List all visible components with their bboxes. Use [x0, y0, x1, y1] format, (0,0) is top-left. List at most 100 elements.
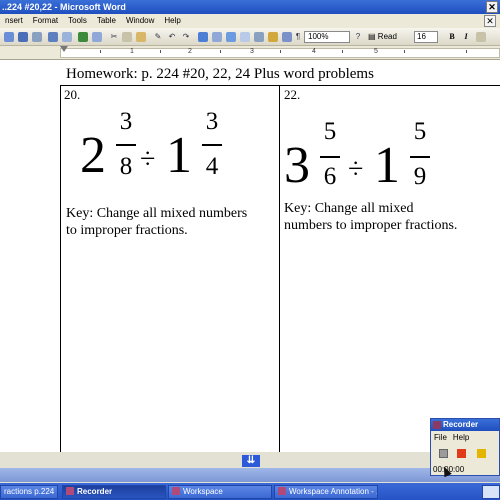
permission-icon[interactable] — [32, 32, 42, 42]
taskbar-button-workspace[interactable]: Workspace — [168, 485, 272, 499]
read-icon: ▤ — [368, 32, 376, 41]
key-line: Key: Change all mixed numbers — [66, 206, 248, 221]
key-line: Key: Change all mixed — [284, 201, 414, 216]
problem-number: 20. — [64, 87, 81, 102]
homework-heading: Homework: p. 224 #20, 22, 24 Plus word p… — [66, 66, 374, 82]
taskbar-button-label: Workspace Annotation - ... — [289, 487, 378, 496]
taskbar-button-recorder[interactable]: Recorder — [62, 485, 166, 499]
numerator: 5 — [413, 118, 427, 145]
font-size-select[interactable]: 16 — [414, 31, 438, 43]
recorder-menu-file[interactable]: File — [434, 433, 447, 442]
ruler-tick — [404, 50, 405, 53]
menu-insert[interactable]: nsert — [0, 14, 28, 28]
ruler-mark: 2 — [188, 48, 192, 55]
quick-launch-strip — [0, 468, 500, 482]
ruler-tick — [342, 50, 343, 53]
recorder-titlebar[interactable]: Recorder — [431, 419, 499, 431]
ruler-tick — [466, 50, 467, 53]
taskbar-button-word[interactable]: ractions p.224 ... — [0, 485, 58, 499]
save-icon[interactable] — [18, 32, 28, 42]
tables-icon[interactable] — [212, 32, 222, 42]
show-hide-icon[interactable]: ¶ — [292, 31, 304, 43]
record-button[interactable] — [439, 449, 448, 458]
format-painter-icon[interactable]: ✎ — [152, 31, 164, 43]
recorder-menu-help[interactable]: Help — [453, 433, 469, 442]
ruler-mark: 5 — [374, 48, 378, 55]
research-icon[interactable] — [92, 32, 102, 42]
ruler-tick — [160, 50, 161, 53]
stop-button[interactable] — [457, 449, 466, 458]
standard-toolbar: ✂ ✎ ↶ ↷ ¶ 100% ? ▤ Read 16 B I — [0, 28, 500, 46]
cut-icon[interactable]: ✂ — [108, 31, 120, 43]
ruler-mark: 4 — [312, 48, 316, 55]
left-indent-marker[interactable] — [60, 46, 68, 52]
fraction-bar — [320, 156, 340, 158]
tray-icon[interactable] — [482, 485, 500, 499]
ruler-mark: 1 — [130, 48, 134, 55]
horizontal-ruler[interactable]: 1 2 3 4 5 — [0, 46, 500, 60]
recorder-icon — [66, 487, 74, 495]
close-document-button[interactable]: ✕ — [484, 15, 496, 27]
columns-icon[interactable] — [254, 32, 264, 42]
window-title: ..224 #20,22 - Microsoft Word — [2, 2, 126, 12]
help-icon[interactable]: ? — [352, 31, 364, 43]
fraction-bar — [410, 156, 430, 158]
read-label: Read — [377, 32, 397, 41]
insert-table-icon[interactable] — [226, 32, 236, 42]
whole-number: 1 — [374, 137, 400, 194]
menu-tools[interactable]: Tools — [63, 14, 92, 28]
key-line: numbers to improper fractions. — [284, 218, 458, 233]
taskbar-button-annotation[interactable]: Workspace Annotation - ... — [274, 485, 378, 499]
bold-button[interactable]: B — [446, 31, 458, 43]
read-button[interactable]: ▤ Read — [368, 31, 397, 43]
taskbar-button-label: Recorder — [77, 487, 113, 496]
whole-number: 3 — [284, 137, 310, 194]
denominator: 6 — [323, 163, 337, 190]
zoom-select[interactable]: 100% — [304, 31, 350, 43]
italic-button[interactable]: I — [460, 31, 472, 43]
paste-icon[interactable] — [136, 32, 146, 42]
numerator: 5 — [323, 118, 337, 145]
print-icon[interactable] — [48, 32, 58, 42]
drawing-icon[interactable] — [268, 32, 278, 42]
print-preview-icon[interactable] — [62, 32, 72, 42]
fraction-bar — [202, 144, 222, 146]
table-column-divider — [279, 85, 280, 452]
spelling-icon[interactable] — [78, 32, 88, 42]
recorder-app-icon — [433, 421, 441, 429]
key-hint: Key: Change all mixed numbers to imprope… — [66, 205, 247, 239]
taskbar-button-label: Workspace — [183, 487, 223, 496]
recorder-title: Recorder — [443, 420, 479, 429]
denominator: 4 — [205, 153, 219, 180]
window-titlebar: ..224 #20,22 - Microsoft Word ✕ — [0, 0, 500, 14]
menu-bar: nsert Format Tools Table Window Help ✕ — [0, 14, 500, 28]
menu-window[interactable]: Window — [121, 14, 159, 28]
taskbar-button-label: ractions p.224 ... — [4, 487, 58, 496]
insert-excel-icon[interactable] — [240, 32, 250, 42]
document-map-icon[interactable] — [282, 32, 292, 42]
undo-icon[interactable]: ↶ — [166, 31, 178, 43]
numerator: 3 — [119, 108, 133, 135]
redo-icon[interactable]: ↷ — [180, 31, 192, 43]
menu-table[interactable]: Table — [92, 14, 121, 28]
open-icon[interactable] — [4, 32, 14, 42]
whole-number: 1 — [166, 127, 192, 184]
ruler-tick — [100, 50, 101, 53]
division-sign: ÷ — [348, 154, 364, 185]
close-window-button[interactable]: ✕ — [486, 1, 498, 13]
denominator: 8 — [119, 153, 133, 180]
recorder-menu: File Help — [434, 433, 475, 442]
ruler-tick — [280, 50, 281, 53]
hyperlink-icon[interactable] — [198, 32, 208, 42]
workspace-icon — [172, 487, 180, 495]
numerator: 3 — [205, 108, 219, 135]
key-hint: Key: Change all mixed numbers to imprope… — [284, 200, 457, 234]
menu-help[interactable]: Help — [159, 14, 185, 28]
copy-icon[interactable] — [122, 32, 132, 42]
scroll-down-icon[interactable]: ⇊ — [242, 455, 260, 467]
pause-button[interactable] — [477, 449, 486, 458]
problem-table[interactable] — [60, 85, 500, 452]
menu-format[interactable]: Format — [28, 14, 63, 28]
division-sign: ÷ — [140, 144, 156, 175]
underline-icon[interactable] — [476, 32, 486, 42]
